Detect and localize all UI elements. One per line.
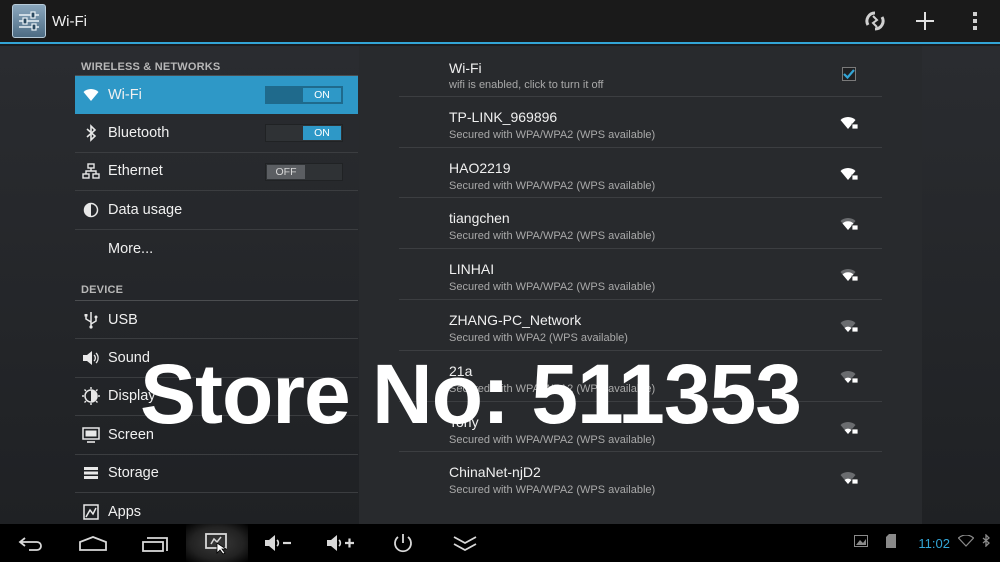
wifi-signal-lock-icon [840,215,858,233]
sidebar-item-label: Ethernet [108,163,163,180]
section-header-wireless: WIRELESS & NETWORKS [75,46,358,76]
wifi-toggle[interactable]: ON [265,86,343,104]
sidebar-item-label: Bluetooth [108,125,170,142]
network-name: ZHANG-PC_Network [449,311,582,328]
wifi-network-item[interactable]: tiangchen Secured with WPA/WPA2 (WPS ava… [399,198,882,250]
sidebar-item-storage[interactable]: Storage [75,455,358,493]
wps-refresh-icon[interactable] [850,0,900,43]
ethernet-icon [81,161,101,181]
wifi-network-item[interactable]: HAO2219 Secured with WPA/WPA2 (WPS avail… [399,148,882,199]
sd-card-icon [886,533,897,553]
overflow-menu-icon[interactable] [950,0,1000,43]
sidebar-item-label: USB [108,311,138,328]
toggle-label: OFF [267,164,305,179]
network-security: Secured with WPA2 (WPS available) [449,331,628,344]
network-security: Secured with WPA/WPA2 (WPS available) [449,484,656,497]
sidebar-item-more[interactable]: More... [75,230,358,268]
sidebar-item-ethernet[interactable]: Ethernet OFF [75,153,358,192]
bluetooth-toggle[interactable]: ON [265,124,343,143]
network-name: TP-LINK_969896 [449,108,558,125]
wifi-network-item[interactable]: LINHAI Secured with WPA/WPA2 (WPS availa… [399,249,882,300]
network-name: LINHAI [449,261,495,278]
storage-icon [81,463,101,483]
wifi-network-item[interactable]: ZHANG-PC_Network Secured with WPA2 (WPS … [399,300,882,351]
ethernet-toggle[interactable]: OFF [265,162,343,181]
wifi-signal-lock-icon [840,266,858,284]
wifi-master-switch-row[interactable]: Wi-Fi wifi is enabled, click to turn it … [399,46,882,97]
sidebar-item-label: Wi-Fi [108,86,142,103]
network-security: Secured with WPA/WPA2 (WPS available) [449,179,656,192]
settings-sidebar: WIRELESS & NETWORKS Wi-Fi ON Bluetooth O… [75,46,358,524]
wifi-signal-lock-icon [840,469,858,487]
usb-icon [81,310,101,330]
recent-apps-icon[interactable] [124,524,186,562]
sidebar-item-bluetooth[interactable]: Bluetooth ON [75,114,358,153]
sidebar-item-label: More... [108,240,154,257]
wifi-icon [81,85,101,105]
network-name: HAO2219 [449,159,511,176]
screenshot-icon[interactable] [186,524,248,562]
system-navigation-bar: 11:02 [0,524,1000,562]
toggle-label: ON [303,126,341,141]
bluetooth-status-icon [982,533,990,552]
back-icon[interactable] [0,524,62,562]
action-bar: Wi-Fi [0,0,1000,44]
store-watermark: Store No: 511353 [140,347,802,441]
sidebar-item-data-usage[interactable]: Data usage [75,191,358,230]
wifi-status-icon [957,534,975,552]
bluetooth-icon [81,123,101,143]
network-name: ChinaNet-njD2 [449,464,541,481]
sidebar-item-apps[interactable]: Apps [75,493,358,524]
display-icon [81,386,101,406]
wifi-enabled-checkbox[interactable] [842,67,856,81]
status-clock: 11:02 [918,535,950,551]
wifi-header-title: Wi-Fi [449,60,482,76]
volume-up-icon[interactable] [310,524,372,562]
wifi-signal-lock-icon [840,114,858,132]
network-security: Secured with WPA/WPA2 (WPS available) [449,128,656,141]
settings-sliders-icon[interactable] [12,4,46,38]
wifi-signal-lock-icon [840,317,858,335]
apps-icon [81,502,101,522]
sidebar-item-label: Apps [108,503,142,520]
hide-bar-icon[interactable] [434,524,496,562]
power-icon[interactable] [372,524,434,562]
wifi-signal-lock-icon [840,165,858,183]
toggle-label: ON [303,88,341,102]
sound-icon [81,348,101,368]
gallery-notification-icon[interactable] [854,534,869,552]
sidebar-item-usb[interactable]: USB [75,301,358,340]
network-security: Secured with WPA/WPA2 (WPS available) [449,230,656,243]
wifi-network-item[interactable]: ChinaNet-njD2 Secured with WPA/WPA2 (WPS… [399,452,882,503]
home-icon[interactable] [62,524,124,562]
data-usage-icon [81,200,101,220]
sidebar-item-label: Data usage [108,201,183,218]
network-security: Secured with WPA/WPA2 (WPS available) [449,281,656,294]
sidebar-item-label: Storage [108,465,159,482]
sidebar-item-wifi[interactable]: Wi-Fi ON [75,76,358,115]
section-header-device: DEVICE [75,268,358,301]
wifi-network-item[interactable]: TP-LINK_969896 Secured with WPA/WPA2 (WP… [399,97,882,148]
screen-icon [81,425,101,445]
settings-content: WIRELESS & NETWORKS Wi-Fi ON Bluetooth O… [0,46,1000,524]
wifi-detail-pane: Wi-Fi wifi is enabled, click to turn it … [359,46,922,524]
page-title: Wi-Fi [52,12,87,30]
wifi-header-subtitle: wifi is enabled, click to turn it off [449,79,604,91]
add-icon[interactable] [900,0,950,43]
network-name: tiangchen [449,210,510,227]
volume-down-icon[interactable] [248,524,310,562]
